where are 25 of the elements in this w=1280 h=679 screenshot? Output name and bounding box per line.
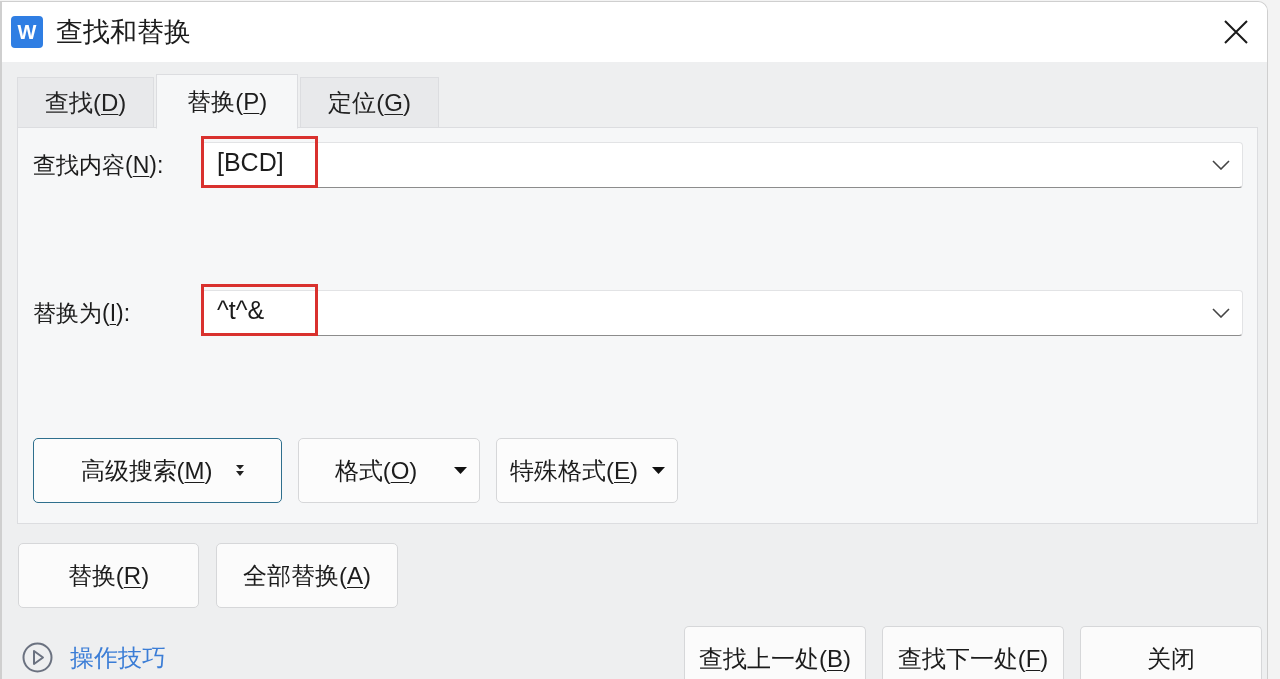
field-value: ^t^& [201, 284, 318, 336]
footer-button[interactable]: 查找上一处(B) [684, 626, 866, 679]
footer-button[interactable]: 查找下一处(F) [882, 626, 1064, 679]
app-logo: W [11, 16, 43, 48]
field-label: 替换为(I): [33, 301, 132, 325]
field-label: 查找内容(N): [33, 153, 165, 177]
option-button[interactable]: 特殊格式(E) [496, 438, 678, 503]
footer-button[interactable]: 关闭 [1080, 626, 1262, 679]
double-caret-down-icon [235, 464, 245, 477]
caret-down-icon [652, 467, 665, 474]
window-title: 查找和替换 [56, 18, 191, 46]
close-icon [1224, 20, 1248, 44]
option-button[interactable]: 高级搜索(M) [33, 438, 282, 503]
field-value: [BCD] [201, 136, 318, 188]
action-button[interactable]: 全部替换(A) [216, 543, 398, 608]
chevron-down-icon [1212, 160, 1230, 170]
caret-down-icon [454, 467, 467, 474]
action-button[interactable]: 替换(R) [18, 543, 199, 608]
chevron-down-icon [1212, 308, 1230, 318]
tab[interactable]: 查找(D) [17, 77, 155, 128]
tips-link[interactable]: 操作技巧 [22, 642, 166, 673]
option-button[interactable]: 格式(O) [298, 438, 480, 503]
tab[interactable]: 定位(G) [300, 77, 440, 128]
tab[interactable]: 替换(P) [156, 74, 299, 129]
play-circle-icon [22, 642, 53, 673]
